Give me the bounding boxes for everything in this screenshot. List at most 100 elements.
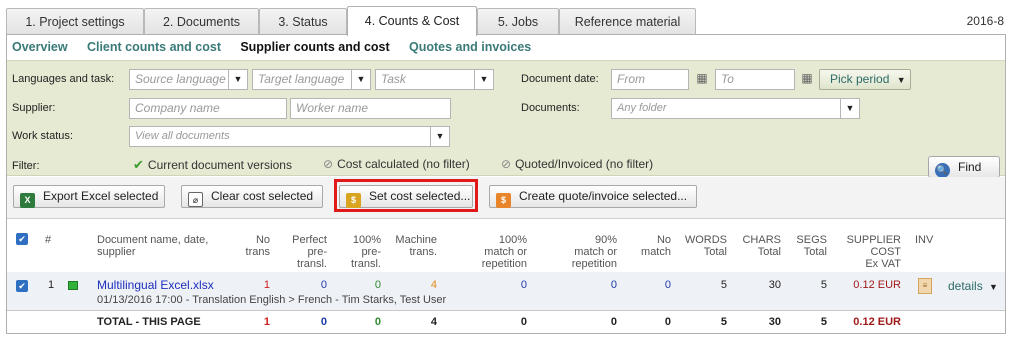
col-90-match: 90% match or repetition xyxy=(557,234,617,270)
col-document-line1: Document name, date, xyxy=(97,234,209,246)
target-language-select[interactable]: Target language xyxy=(252,69,352,90)
cell-perfect: 0 xyxy=(320,279,327,291)
col-perfect-line1: Perfect xyxy=(292,234,327,246)
col-words-line1: WORDS xyxy=(684,234,727,246)
chevron-down-icon: ▼ xyxy=(435,131,445,141)
subnav-overview[interactable]: Overview xyxy=(12,35,68,60)
col-document[interactable]: Document name, date, supplier xyxy=(97,234,247,258)
total-90-match: 0 xyxy=(610,316,617,328)
col-90-match-line2: match or xyxy=(574,246,617,258)
col-segs: SEGS Total xyxy=(787,234,827,258)
pick-period-select[interactable]: Pick period ▼ xyxy=(819,69,911,90)
folder-select[interactable]: Any folder xyxy=(611,98,841,119)
col-machine: Machine trans. xyxy=(387,234,437,258)
sub-navigation: Overview Client counts and cost Supplier… xyxy=(7,35,1005,60)
source-language-dropdown[interactable]: ▼ xyxy=(228,69,248,90)
col-perfect: Perfect pre- transl. xyxy=(277,234,327,270)
clear-cost-text: Clear cost selected xyxy=(211,189,314,203)
status-flag-icon xyxy=(68,281,78,290)
create-quote-text: Create quote/invoice selected... xyxy=(519,189,688,203)
date-from-input[interactable]: From xyxy=(611,69,689,90)
cell-supplier-cost: 0.12 EUR xyxy=(853,279,901,291)
export-excel-button[interactable]: X Export Excel selected xyxy=(13,185,165,208)
excel-icon: X xyxy=(20,193,35,208)
tab-reference-material[interactable]: Reference material xyxy=(559,8,696,35)
task-dropdown[interactable]: ▼ xyxy=(474,69,494,90)
tab-jobs[interactable]: 5. Jobs xyxy=(477,8,559,35)
subnav-quotes-invoices[interactable]: Quotes and invoices xyxy=(409,35,531,60)
total-supplier-cost: 0.12 EUR xyxy=(853,316,901,328)
col-number: # xyxy=(45,234,52,246)
work-status-select[interactable]: View all documents xyxy=(129,126,431,147)
invoice-icon[interactable]: ≡ xyxy=(918,278,932,294)
cost-calculated-text: Cost calculated (no filter) xyxy=(337,157,470,171)
col-no-trans: No trans xyxy=(227,234,270,258)
work-status-dropdown[interactable]: ▼ xyxy=(430,126,450,147)
col-machine-line2: trans. xyxy=(409,246,437,258)
calendar-icon[interactable]: ▦ xyxy=(693,70,711,89)
col-100-line3: transl. xyxy=(351,258,381,270)
folder-dropdown[interactable]: ▼ xyxy=(840,98,860,119)
cell-no-match: 0 xyxy=(664,279,671,291)
check-icon: ✔ xyxy=(18,281,26,291)
current-versions-text: Current document versions xyxy=(147,158,292,172)
col-perfect-line2: pre- xyxy=(307,246,327,258)
row-checkbox[interactable]: ✔ xyxy=(16,280,28,292)
calendar-icon[interactable]: ▦ xyxy=(798,70,816,89)
clear-cost-button[interactable]: ⌀ Clear cost selected xyxy=(181,185,323,208)
worker-name-input[interactable]: Worker name xyxy=(290,98,451,119)
source-language-select[interactable]: Source language xyxy=(129,69,229,90)
tab-status[interactable]: 3. Status xyxy=(259,8,347,35)
col-inv: INV xyxy=(915,234,934,246)
details-text: details xyxy=(948,279,983,293)
col-words: WORDS Total xyxy=(679,234,727,258)
filter-panel: Languages and task: Source language ▼ Ta… xyxy=(7,60,1005,178)
row-number: 1 xyxy=(48,279,55,291)
tab-project-settings[interactable]: 1. Project settings xyxy=(6,8,144,35)
chevron-down-icon: ▼ xyxy=(989,282,998,292)
total-100-match: 0 xyxy=(520,316,527,328)
date-to-input[interactable]: To xyxy=(715,69,795,90)
cost-calculated-filter[interactable]: ⊘ Cost calculated (no filter) xyxy=(323,157,470,171)
find-button[interactable]: 🔍 Find xyxy=(928,156,1000,178)
col-segs-line2: Total xyxy=(803,246,827,258)
check-icon: ✔ xyxy=(18,234,26,244)
col-chars: CHARS Total xyxy=(735,234,781,258)
details-dropdown[interactable]: details ▼ xyxy=(948,279,998,293)
document-meta: 01/13/2016 17:00 - Translation English >… xyxy=(97,294,447,306)
cell-words: 5 xyxy=(720,279,727,291)
set-cost-button[interactable]: $ Set cost selected... xyxy=(339,185,473,208)
paperclip-icon: ⊘ xyxy=(323,157,334,171)
current-versions-filter[interactable]: ✔ Current document versions xyxy=(133,157,292,173)
col-100-line1: 100% xyxy=(352,234,381,246)
task-select[interactable]: Task xyxy=(375,69,475,90)
cell-100-pretransl: 0 xyxy=(374,279,381,291)
chevron-down-icon: ▼ xyxy=(356,74,366,84)
total-100-pretransl: 0 xyxy=(374,316,381,328)
tab-documents[interactable]: 2. Documents xyxy=(144,8,259,35)
search-icon: 🔍 xyxy=(935,163,950,178)
col-cost-line2: COST xyxy=(870,246,901,258)
chevron-down-icon: ▼ xyxy=(479,74,489,84)
subnav-client-counts[interactable]: Client counts and cost xyxy=(87,35,221,60)
col-100-match: 100% match or repetition xyxy=(467,234,527,270)
subnav-supplier-counts[interactable]: Supplier counts and cost xyxy=(240,35,389,60)
pick-period-text: Pick period xyxy=(830,72,890,86)
total-label: TOTAL - THIS PAGE xyxy=(97,316,201,328)
col-supplier-cost: SUPPLIER COST Ex VAT xyxy=(837,234,901,270)
col-words-line2: Total xyxy=(703,246,727,258)
col-chars-line1: CHARS xyxy=(742,234,781,246)
col-chars-line2: Total xyxy=(757,246,781,258)
cell-chars: 30 xyxy=(768,279,781,291)
document-name-link[interactable]: Multilingual Excel.xlsx xyxy=(97,278,214,292)
col-cost-line1: SUPPLIER xyxy=(846,234,901,246)
create-quote-invoice-button[interactable]: $ Create quote/invoice selected... xyxy=(489,185,697,208)
cell-machine: 4 xyxy=(430,279,437,291)
company-name-input[interactable]: Company name xyxy=(129,98,287,119)
select-all-checkbox[interactable]: ✔ xyxy=(16,233,28,245)
tab-counts-cost[interactable]: 4. Counts & Cost xyxy=(347,6,477,36)
col-no-match: No match xyxy=(627,234,671,258)
target-language-dropdown[interactable]: ▼ xyxy=(351,69,371,90)
chevron-down-icon: ▼ xyxy=(896,75,906,85)
quoted-invoiced-filter[interactable]: ⊘ Quoted/Invoiced (no filter) xyxy=(501,157,653,171)
